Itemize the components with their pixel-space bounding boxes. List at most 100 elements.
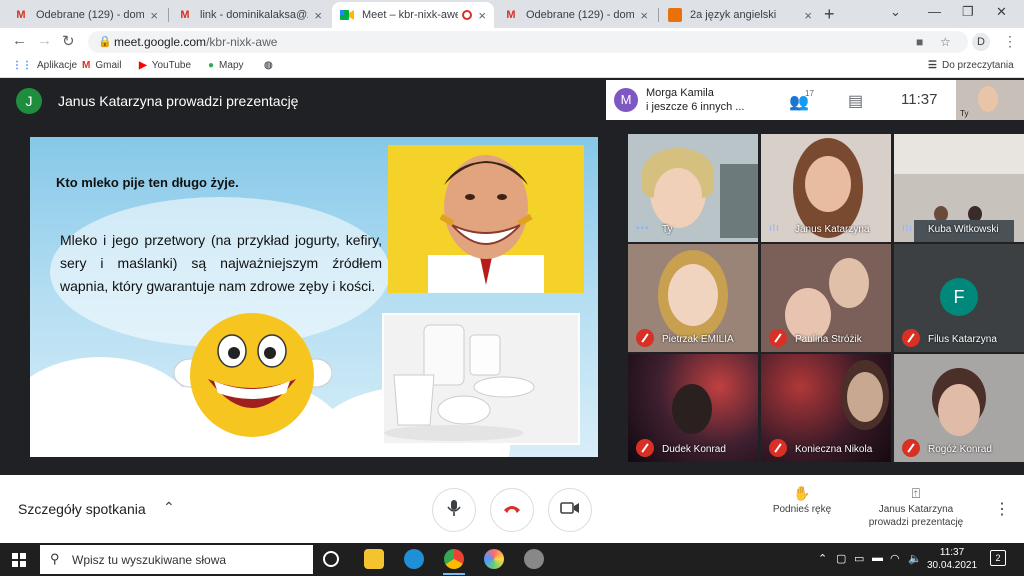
- close-window-button[interactable]: ✕: [996, 4, 1007, 20]
- present-label-2: prowadzi prezentację: [868, 517, 964, 528]
- bookmark-youtube[interactable]: ▶ YouTube: [139, 60, 191, 71]
- paint-icon[interactable]: [484, 549, 504, 569]
- hang-up-icon: [503, 501, 521, 519]
- file-explorer-icon[interactable]: [364, 549, 384, 569]
- edge-icon[interactable]: [404, 549, 424, 569]
- video-camera-icon: [560, 501, 580, 520]
- windows-start-icon[interactable]: [12, 553, 26, 567]
- meeting-details-button[interactable]: Szczegóły spotkania: [18, 501, 146, 517]
- mic-off-icon: [636, 439, 654, 457]
- bookshelf: [720, 164, 758, 238]
- participant-tile[interactable]: Rogóż Konrad: [894, 354, 1024, 462]
- participant-face: [654, 168, 702, 224]
- tab-gmail-link[interactable]: M link - dominikalaksa@zsw ×: [170, 2, 330, 28]
- address-bar[interactable]: 🔒 meet.google.com/kbr-nixk-awe ■ ☆: [88, 31, 968, 53]
- mic-off-icon: [902, 329, 920, 347]
- participant-name: Janus Katarzyna: [795, 224, 870, 235]
- minimize-button[interactable]: —: [928, 4, 941, 19]
- present-now-button[interactable]: ⍐ Janus Katarzyna prowadzi prezentację: [856, 485, 976, 529]
- participant-head: [672, 384, 712, 434]
- participant-name: Kuba Witkowski: [928, 224, 999, 235]
- camera-button[interactable]: [548, 488, 592, 532]
- battery-icon[interactable]: ▬: [872, 552, 883, 564]
- star-icon[interactable]: ☆: [940, 35, 951, 49]
- participant-tile[interactable]: ılı Kuba Witkowski: [894, 134, 1024, 242]
- bookmark-label: Mapy: [219, 60, 244, 71]
- speaker-names[interactable]: Morga Kamila i jeszcze 6 innych ...: [646, 86, 744, 114]
- raise-hand-button[interactable]: ✋ Podnieś rękę: [762, 486, 842, 516]
- tab-gmail-inbox-2[interactable]: M Odebrane (129) - dominik ×: [496, 2, 656, 28]
- url-text: meet.google.com/kbr-nixk-awe: [114, 35, 277, 49]
- close-tab-icon[interactable]: ×: [640, 8, 648, 23]
- bookmark-gmail[interactable]: M Gmail: [82, 60, 121, 71]
- self-preview[interactable]: Ty: [956, 80, 1024, 120]
- participant-avatar: F: [940, 278, 978, 316]
- microphone-button[interactable]: [432, 488, 476, 532]
- participant-tile[interactable]: Pietrzak EMILIA: [628, 244, 758, 352]
- participant-face: [668, 264, 718, 326]
- close-tab-icon[interactable]: ×: [314, 8, 322, 23]
- camera-icon[interactable]: ■: [916, 35, 923, 49]
- meeting-clock: 11:37: [901, 91, 938, 108]
- profile-avatar[interactable]: D: [972, 33, 990, 51]
- app-icon[interactable]: [524, 549, 544, 569]
- back-icon[interactable]: ←: [12, 32, 27, 49]
- reload-icon[interactable]: ↻: [62, 32, 75, 50]
- tab-classroom[interactable]: 2a język angielski ×: [660, 2, 820, 28]
- tray-overflow-icon[interactable]: ⌃: [818, 552, 827, 565]
- network-icon[interactable]: ▭: [854, 552, 864, 565]
- presenter-bar: J Janus Katarzyna prowadzi prezentację: [16, 88, 298, 114]
- search-icon: ⚲: [50, 551, 60, 566]
- participant-tile[interactable]: ılı Janus Katarzyna: [761, 134, 891, 242]
- participant-tile[interactable]: Paulina Stróżik: [761, 244, 891, 352]
- chat-icon[interactable]: ▤: [848, 91, 863, 111]
- task-view-icon[interactable]: [323, 551, 339, 567]
- presenter-avatar: J: [16, 88, 42, 114]
- gmail-icon: M: [180, 9, 190, 21]
- taskbar-search[interactable]: ⚲ Wpisz tu wyszukiwane słowa: [40, 545, 313, 574]
- speaking-indicator-icon: ılı: [769, 223, 780, 234]
- dairy-products-photo: [382, 313, 580, 445]
- participant-tile[interactable]: Dudek Konrad: [628, 354, 758, 462]
- bookmark-maps[interactable]: ● Mapy: [208, 60, 244, 71]
- notification-center-icon[interactable]: 2: [990, 550, 1006, 566]
- participant-tile[interactable]: F Filus Katarzyna: [894, 244, 1024, 352]
- more-options-icon[interactable]: ⋮: [994, 499, 1010, 519]
- tray-app-icon[interactable]: ▢: [836, 552, 846, 565]
- bookmark-apps[interactable]: ⋮⋮ Aplikacje: [12, 60, 77, 71]
- reading-list[interactable]: ☰ Do przeczytania: [928, 60, 1014, 71]
- close-tab-icon[interactable]: ×: [804, 8, 812, 23]
- restore-button[interactable]: ❐: [962, 4, 974, 20]
- tab-search-icon[interactable]: ⌄: [890, 4, 901, 20]
- forward-icon[interactable]: →: [37, 32, 52, 49]
- leave-call-button[interactable]: [490, 488, 534, 532]
- chevron-up-icon[interactable]: ⌃: [163, 499, 175, 516]
- participant-tile[interactable]: ••• Ty: [628, 134, 758, 242]
- gmail-icon: M: [506, 9, 516, 21]
- bookmark-label: YouTube: [151, 60, 191, 71]
- browser-tab-strip: M Odebrane (129) - dominik × M link - do…: [0, 0, 1024, 28]
- volume-icon[interactable]: 🔈: [908, 552, 922, 565]
- tab-title: 2a język angielski: [690, 9, 777, 21]
- taskbar-clock[interactable]: 11:37 30.04.2021: [927, 546, 977, 572]
- tab-meet[interactable]: Meet – kbr-nixk-awe ×: [332, 2, 494, 28]
- bookmark-globe[interactable]: ◍: [264, 60, 278, 71]
- chrome-icon[interactable]: [444, 549, 464, 569]
- smiling-man-photo: [388, 145, 584, 293]
- tab-title: Odebrane (129) - dominik: [526, 9, 635, 21]
- participant-tile[interactable]: Konieczna Nikola: [761, 354, 891, 462]
- slide-body: Mleko i jego przetwory (na przykład jogu…: [60, 232, 382, 294]
- wifi-icon[interactable]: ◠: [890, 552, 900, 565]
- present-label-1: Janus Katarzyna: [878, 504, 954, 515]
- speaking-indicator-icon: ılı: [902, 223, 913, 234]
- new-tab-button[interactable]: +: [824, 4, 835, 25]
- present-screen-icon: ⍐: [911, 485, 921, 501]
- tab-gmail-inbox-1[interactable]: M Odebrane (129) - dominik ×: [6, 2, 166, 28]
- reading-list-label: Do przeczytania: [941, 60, 1014, 71]
- browser-menu-icon[interactable]: ⋮: [1003, 33, 1017, 50]
- smiling-emoji-image: [172, 305, 333, 445]
- lock-icon: 🔒: [98, 36, 112, 48]
- close-tab-icon[interactable]: ×: [150, 8, 158, 23]
- tab-title: link - dominikalaksa@zsw: [200, 9, 308, 21]
- close-tab-icon[interactable]: ×: [478, 8, 486, 23]
